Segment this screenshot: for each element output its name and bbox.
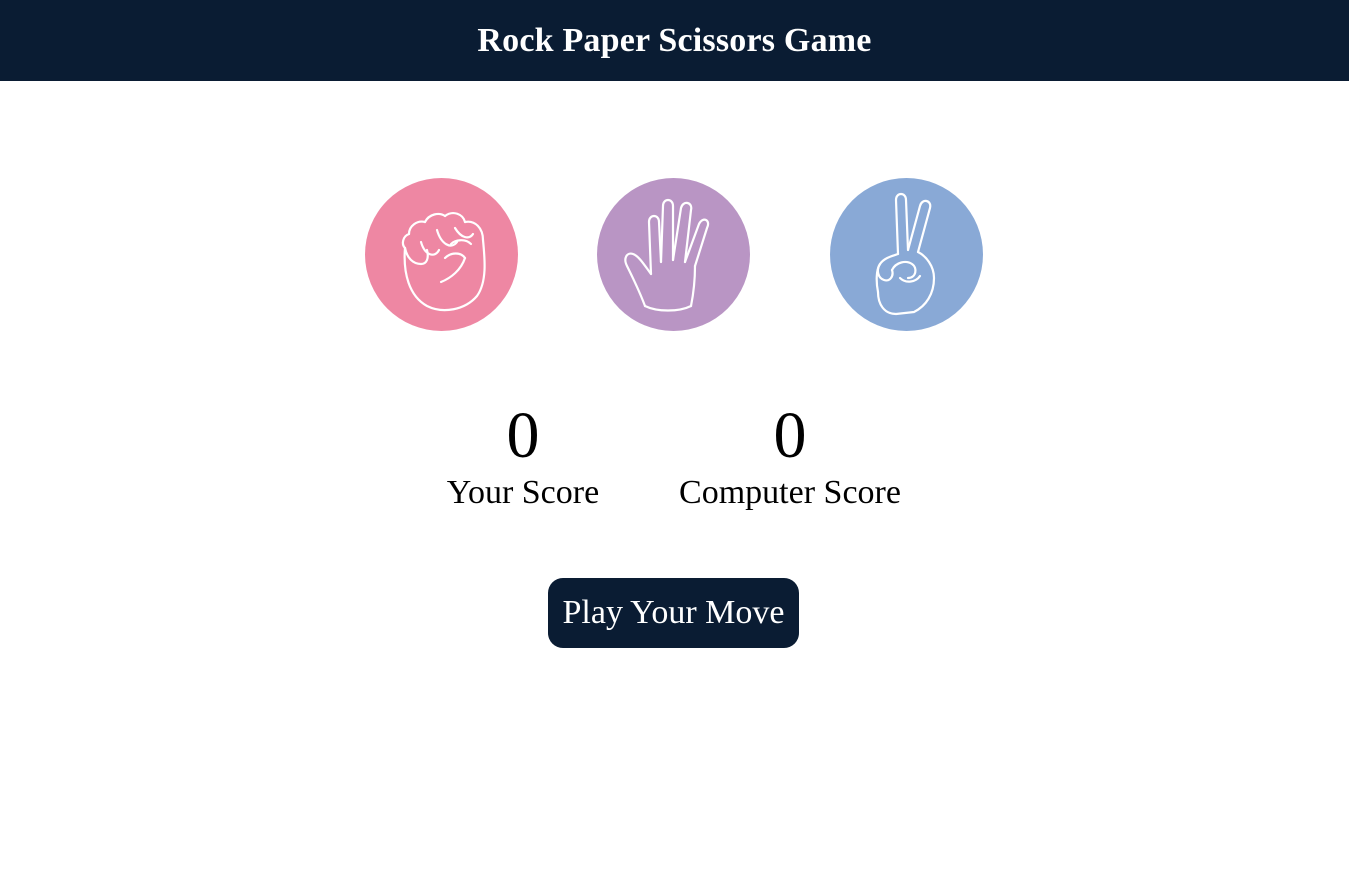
page-title: Rock Paper Scissors Game <box>477 21 872 59</box>
status-message: Play Your Move <box>548 578 799 648</box>
rock-choice-button[interactable] <box>365 178 518 331</box>
scissors-choice-button[interactable] <box>830 178 983 331</box>
computer-score-value: 0 <box>773 399 807 472</box>
open-hand-icon <box>597 178 750 331</box>
fist-icon <box>365 178 518 331</box>
user-score-label: Your Score <box>446 474 600 511</box>
user-score-value: 0 <box>506 399 540 472</box>
peace-hand-icon <box>830 178 983 331</box>
user-score-panel: 0 Your Score <box>423 398 623 512</box>
paper-choice-button[interactable] <box>597 178 750 331</box>
computer-score-label: Computer Score <box>679 474 901 511</box>
computer-score-panel: 0 Computer Score <box>665 398 915 512</box>
header-bar: Rock Paper Scissors Game <box>0 0 1349 81</box>
